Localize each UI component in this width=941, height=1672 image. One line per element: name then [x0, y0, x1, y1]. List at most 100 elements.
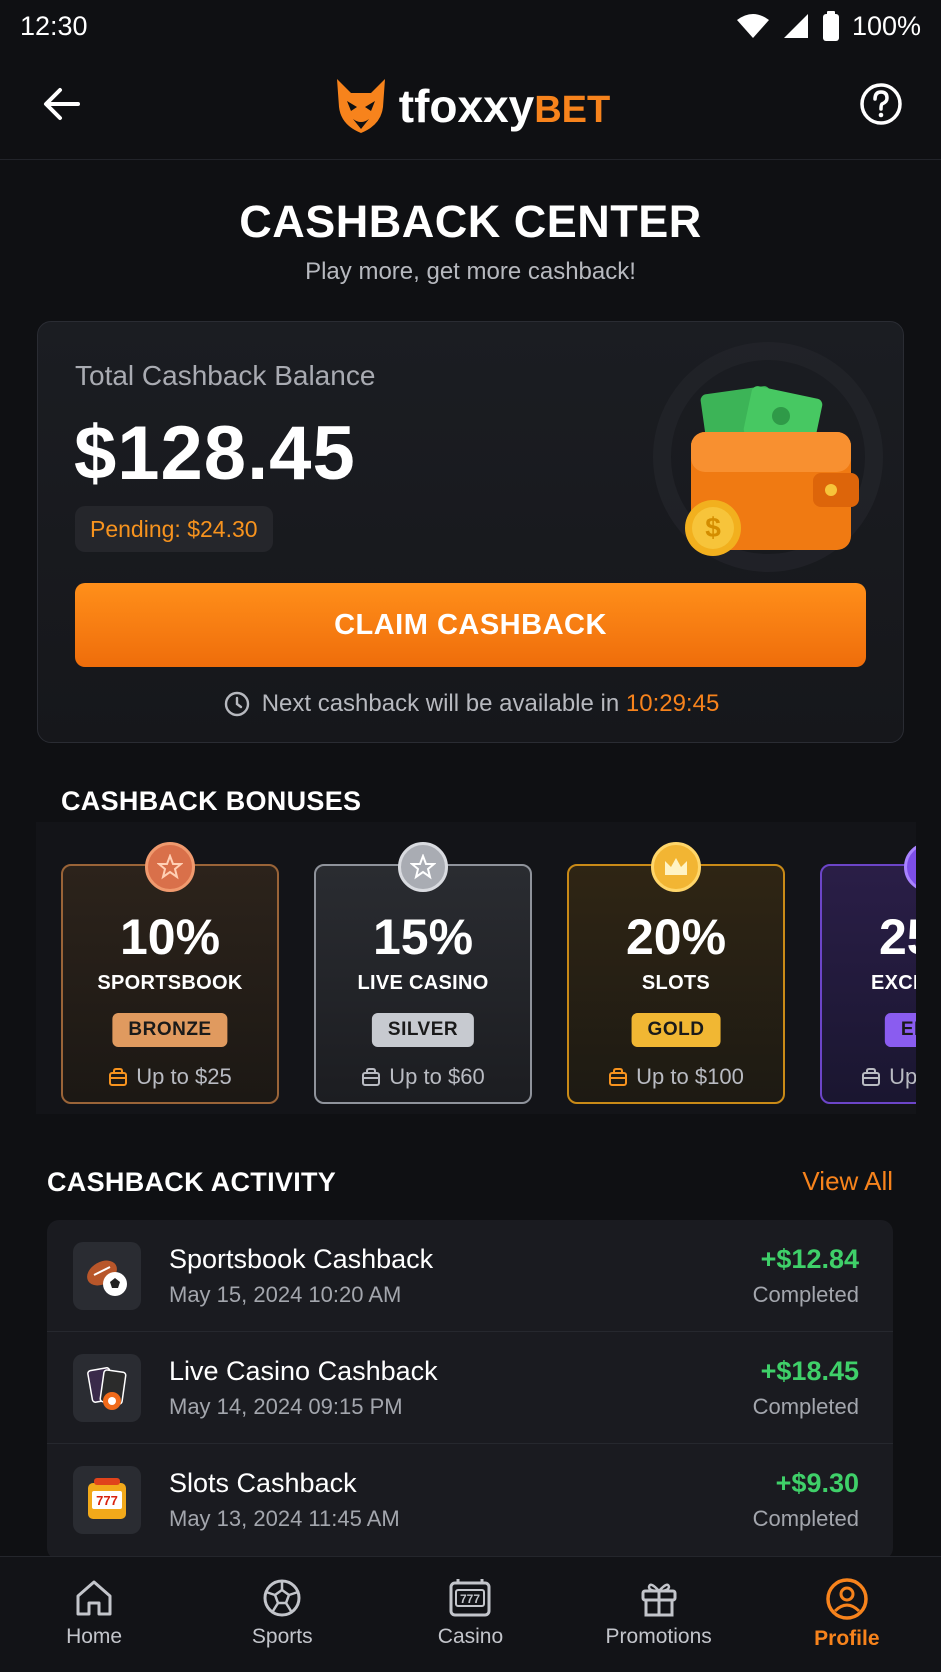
next-cashback-text: Next cashback will be available in: [261, 690, 620, 717]
activity-title: CASHBACK ACTIVITY: [47, 1167, 337, 1197]
svg-text:777: 777: [96, 1493, 118, 1508]
tier-level-badge: BRONZE: [112, 1013, 228, 1047]
tier-limit: Up to $25: [63, 1064, 277, 1090]
tier-percent: 25%: [878, 909, 916, 965]
nav-label: Profile: [814, 1627, 880, 1650]
tier-category: SPORTSBOOK: [97, 972, 243, 994]
page-subtitle: Play more, get more cashback!: [305, 258, 636, 285]
bag-icon: [862, 1068, 881, 1086]
activity-amount: +$12.84: [760, 1244, 859, 1274]
gift-icon: [641, 1583, 677, 1617]
signal-icon: [783, 14, 808, 38]
brand-accent: BET: [534, 88, 611, 131]
tier-limit: Up to $200: [822, 1064, 916, 1090]
elite-medal-icon: [904, 842, 916, 892]
activity-date: May 15, 2024 10:20 AM: [169, 1282, 402, 1307]
balance-label: Total Cashback Balance: [75, 360, 376, 391]
activity-name: Live Casino Cashback: [169, 1356, 438, 1386]
page-title: CASHBACK CENTER: [239, 196, 702, 247]
tier-level-badge: SILVER: [371, 1013, 475, 1047]
bonus-tier-card[interactable]: 15% LIVE CASINO SILVER Up to $60: [314, 842, 532, 1104]
status-time: 12:30: [20, 10, 88, 41]
activity-row[interactable]: 777 Slots Cashback May 13, 2024 11:45 AM…: [47, 1444, 893, 1556]
svg-text:$: $: [705, 512, 721, 543]
help-icon[interactable]: [857, 80, 905, 128]
brand-wordmark: tfoxxyBET: [399, 79, 610, 133]
claim-cashback-button[interactable]: CLAIM CASHBACK: [75, 583, 866, 667]
nav-label: Home: [66, 1625, 123, 1648]
battery-icon: [822, 11, 839, 41]
wallet-icon: $: [685, 386, 859, 556]
nav-label: Promotions: [605, 1625, 712, 1648]
activity-status: Completed: [752, 1394, 859, 1419]
tier-category: SLOTS: [641, 972, 711, 994]
tier-percent: 15%: [372, 909, 474, 965]
bag-icon: [609, 1068, 628, 1086]
bonus-tier-card[interactable]: 25% EXCLUSIVE ELITE Up to $200: [820, 842, 916, 1104]
home-icon: [76, 1580, 112, 1616]
bonus-tiers-carousel[interactable]: 10% SPORTSBOOK BRONZE Up to $25 15% LIVE…: [36, 822, 916, 1114]
status-bar: 12:30 100%: [0, 0, 941, 52]
tier-limit: Up to $60: [316, 1064, 530, 1090]
activity-row[interactable]: Live Casino Cashback May 14, 2024 09:15 …: [47, 1332, 893, 1444]
pending-badge: Pending: $24.30: [75, 506, 273, 552]
sports-balls-icon: [73, 1242, 141, 1310]
tier-limit-text: Up to $25: [136, 1064, 232, 1089]
tier-category: LIVE CASINO: [357, 972, 489, 994]
tier-level-badge: GOLD: [631, 1013, 721, 1047]
tier-limit-text: Up to $200: [889, 1064, 916, 1089]
slot-machine-icon: 777: [73, 1466, 141, 1534]
tier-category: EXCLUSIVE: [870, 972, 916, 994]
nav-sports[interactable]: Sports: [188, 1557, 376, 1672]
slot-machine-icon: 777: [449, 1579, 491, 1617]
cards-chips-icon: [73, 1354, 141, 1422]
nav-casino[interactable]: 777 Casino: [376, 1557, 564, 1672]
profile-icon: [826, 1578, 868, 1620]
status-icons: 100%: [736, 11, 921, 42]
bag-icon: [362, 1068, 381, 1086]
fox-logo-icon: [336, 78, 385, 133]
tier-level-badge: ELITE: [884, 1013, 916, 1047]
activity-name: Slots Cashback: [169, 1468, 357, 1498]
activity-list: Sportsbook Cashback May 15, 2024 10:20 A…: [47, 1220, 893, 1560]
activity-amount: +$18.45: [760, 1356, 859, 1386]
view-all-link[interactable]: View All: [802, 1166, 893, 1197]
next-cashback-row: Next cashback will be available in 10:29…: [38, 690, 903, 718]
activity-status: Completed: [752, 1282, 859, 1307]
activity-row[interactable]: Sportsbook Cashback May 15, 2024 10:20 A…: [47, 1220, 893, 1332]
activity-amount: +$9.30: [775, 1468, 859, 1498]
activity-date: May 14, 2024 09:15 PM: [169, 1394, 403, 1419]
app-header: tfoxxyBET: [0, 52, 941, 160]
nav-promotions[interactable]: Promotions: [565, 1557, 753, 1672]
battery-percent: 100%: [851, 10, 921, 41]
nav-profile[interactable]: Profile: [753, 1557, 941, 1672]
bottom-nav: Home Sports 777 Casino Promotions Profil…: [0, 1556, 941, 1672]
crown-medal-icon: [651, 842, 701, 892]
nav-home[interactable]: Home: [0, 1557, 188, 1672]
bag-icon: [109, 1068, 128, 1086]
tier-percent: 10%: [119, 909, 221, 965]
brand-name: tfoxxy: [398, 79, 535, 132]
wifi-icon: [736, 14, 769, 38]
bonuses-title: CASHBACK BONUSES: [61, 786, 362, 816]
nav-label: Sports: [251, 1625, 313, 1648]
soccer-ball-icon: [263, 1579, 301, 1617]
tier-percent: 20%: [625, 909, 727, 965]
bonus-tier-card[interactable]: 10% SPORTSBOOK BRONZE Up to $25: [61, 842, 279, 1104]
activity-status: Completed: [752, 1506, 859, 1531]
brand-logo: tfoxxyBET: [331, 77, 610, 135]
svg-text:777: 777: [460, 1592, 480, 1606]
balance-card: Total Cashback Balance $128.45 Pending: …: [37, 321, 904, 743]
bonus-tier-card[interactable]: 20% SLOTS GOLD Up to $100: [567, 842, 785, 1104]
tier-limit: Up to $100: [569, 1064, 783, 1090]
activity-date: May 13, 2024 11:45 AM: [169, 1506, 400, 1531]
silver-medal-icon: [398, 842, 448, 892]
tier-limit-text: Up to $60: [389, 1064, 485, 1089]
back-arrow-icon[interactable]: [38, 80, 86, 128]
clock-icon: [224, 691, 249, 717]
next-cashback-timer: 10:29:45: [625, 690, 720, 717]
bronze-medal-icon: [145, 842, 195, 892]
tier-limit-text: Up to $100: [636, 1064, 744, 1089]
balance-amount: $128.45: [74, 411, 356, 496]
nav-label: Casino: [437, 1625, 504, 1648]
